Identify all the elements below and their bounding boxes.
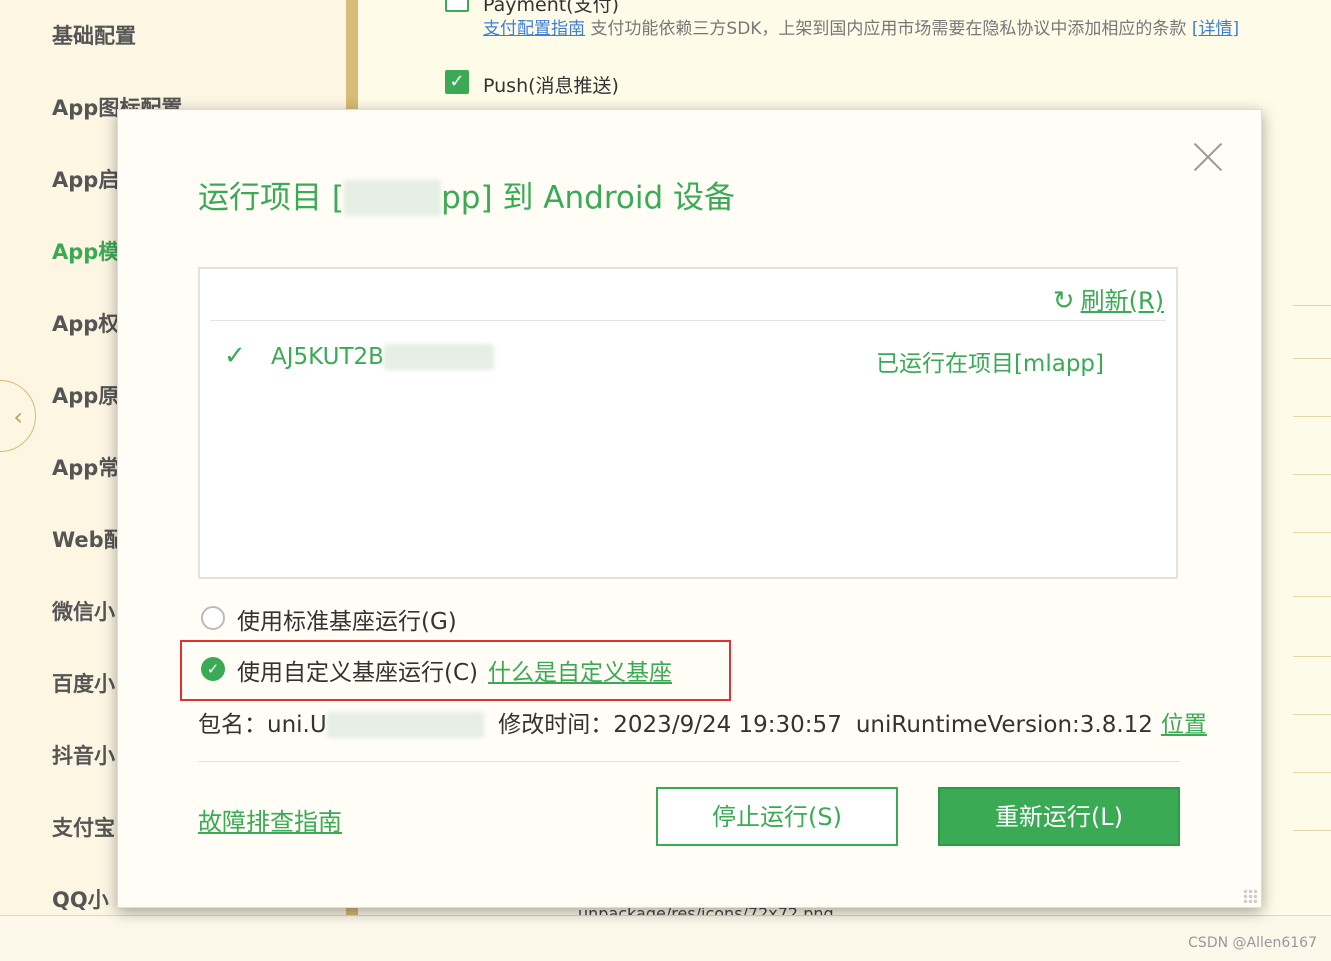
push-label: Push(消息推送) (483, 75, 619, 97)
sidebar-item-qq[interactable]: QQ小 (52, 884, 109, 914)
divider (1293, 596, 1331, 597)
device-row[interactable]: ✓ AJ5KUT2BXXXXXXX 已运行在项目[mlapp] (200, 339, 1176, 379)
radio-unchecked-icon (201, 606, 225, 630)
payment-checkbox[interactable] (445, 0, 469, 12)
divider (1293, 474, 1331, 475)
divider (1293, 416, 1331, 417)
divider (1293, 532, 1331, 533)
device-serial: AJ5KUT2BXXXXXXX (271, 344, 495, 370)
sidebar-item-web[interactable]: Web配 (52, 524, 125, 554)
refresh-icon: ↻ (1052, 286, 1075, 316)
divider (1293, 358, 1331, 359)
sidebar-item-alipay[interactable]: 支付宝 (52, 812, 115, 842)
dialog-title-suffix: pp] 到 Android 设备 (441, 180, 735, 216)
redacted-package: XXXXXXXXXX (326, 712, 485, 738)
sidebar-item-weixin[interactable]: 微信小 (52, 596, 115, 626)
runtime-version: uniRuntimeVersion:3.8.12 (855, 712, 1153, 738)
check-icon: ✓ (449, 71, 465, 92)
rerun-button[interactable]: 重新运行(L) (938, 787, 1180, 846)
package-info: 包名：uni.UXXXXXXXXXX 修改时间：2023/9/24 19:30:5… (198, 705, 1207, 739)
sidebar-item-basic[interactable]: 基础配置 (52, 20, 136, 50)
troubleshooting-guide-link[interactable]: 故障排查指南 (198, 802, 342, 837)
dialog-title-prefix: 运行项目 [ (198, 180, 344, 216)
refresh-button[interactable]: ↻ 刷新(R) (1053, 281, 1164, 316)
device-status: 已运行在项目[mlapp] (875, 351, 1104, 377)
radio-custom-label: 使用自定义基座运行(C) 什么是自定义基座 (237, 660, 673, 686)
sidebar-item-douyin[interactable]: 抖音小 (52, 740, 115, 770)
sidebar-collapse-handle[interactable]: ‹ (0, 380, 36, 452)
sidebar-item-app-modules[interactable]: App模 (52, 236, 119, 266)
sidebar-item-baidu[interactable]: 百度小 (52, 668, 115, 698)
watermark: CSDN @Allen6167 (1188, 935, 1317, 951)
modified-time: 修改时间：2023/9/24 19:30:57 (498, 712, 842, 738)
radio-standard-label: 使用标准基座运行(G) (237, 609, 457, 635)
custom-base-help-link[interactable]: 什么是自定义基座 (488, 660, 672, 686)
footer-divider (198, 761, 1180, 762)
payment-guide-link[interactable]: 支付配置指南 (483, 19, 585, 39)
sidebar-item-app-splash[interactable]: App启 (52, 164, 119, 194)
sidebar-item-app-permissions[interactable]: App权 (52, 308, 119, 338)
divider (1293, 714, 1331, 715)
divider (1293, 305, 1331, 306)
refresh-label: 刷新(R) (1080, 287, 1164, 315)
push-checkbox[interactable]: ✓ (445, 70, 469, 94)
run-device-dialog: 运行项目 [mlapppp] 到 Android 设备 ↻刷新(R) ✓ AJ5… (117, 109, 1262, 908)
payment-desc-text: 支付功能依赖三方SDK，上架到国内应用市场需要在隐私协议中添加相应的条款 (590, 19, 1187, 39)
package-name: 包名：uni.U (198, 712, 327, 738)
divider (1293, 656, 1331, 657)
redacted-serial: XXXXXXX (383, 344, 495, 370)
redacted-project-name: mlapp (343, 180, 442, 216)
sidebar-item-app-native[interactable]: App原 (52, 380, 119, 410)
divider (1293, 830, 1331, 831)
divider (1293, 772, 1331, 773)
checkmark-icon: ✓ (224, 341, 246, 371)
dialog-title: 运行项目 [mlapppp] 到 Android 设备 (198, 172, 735, 217)
status-bar (0, 915, 1331, 961)
close-icon[interactable] (1193, 142, 1223, 172)
stop-button[interactable]: 停止运行(S) (656, 787, 898, 846)
radio-checked-icon: ✓ (201, 657, 225, 681)
chevron-left-icon: ‹ (13, 403, 23, 431)
sidebar-item-app-common[interactable]: App常 (52, 452, 119, 482)
payment-detail-link[interactable]: [详情] (1192, 19, 1239, 39)
device-list: ↻刷新(R) ✓ AJ5KUT2BXXXXXXX 已运行在项目[mlapp] (198, 267, 1178, 579)
location-link[interactable]: 位置 (1161, 712, 1207, 738)
payment-description: 支付配置指南 支付功能依赖三方SDK，上架到国内应用市场需要在隐私协议中添加相应… (483, 14, 1239, 39)
device-list-divider (210, 320, 1166, 321)
resize-grip[interactable] (1243, 889, 1257, 903)
